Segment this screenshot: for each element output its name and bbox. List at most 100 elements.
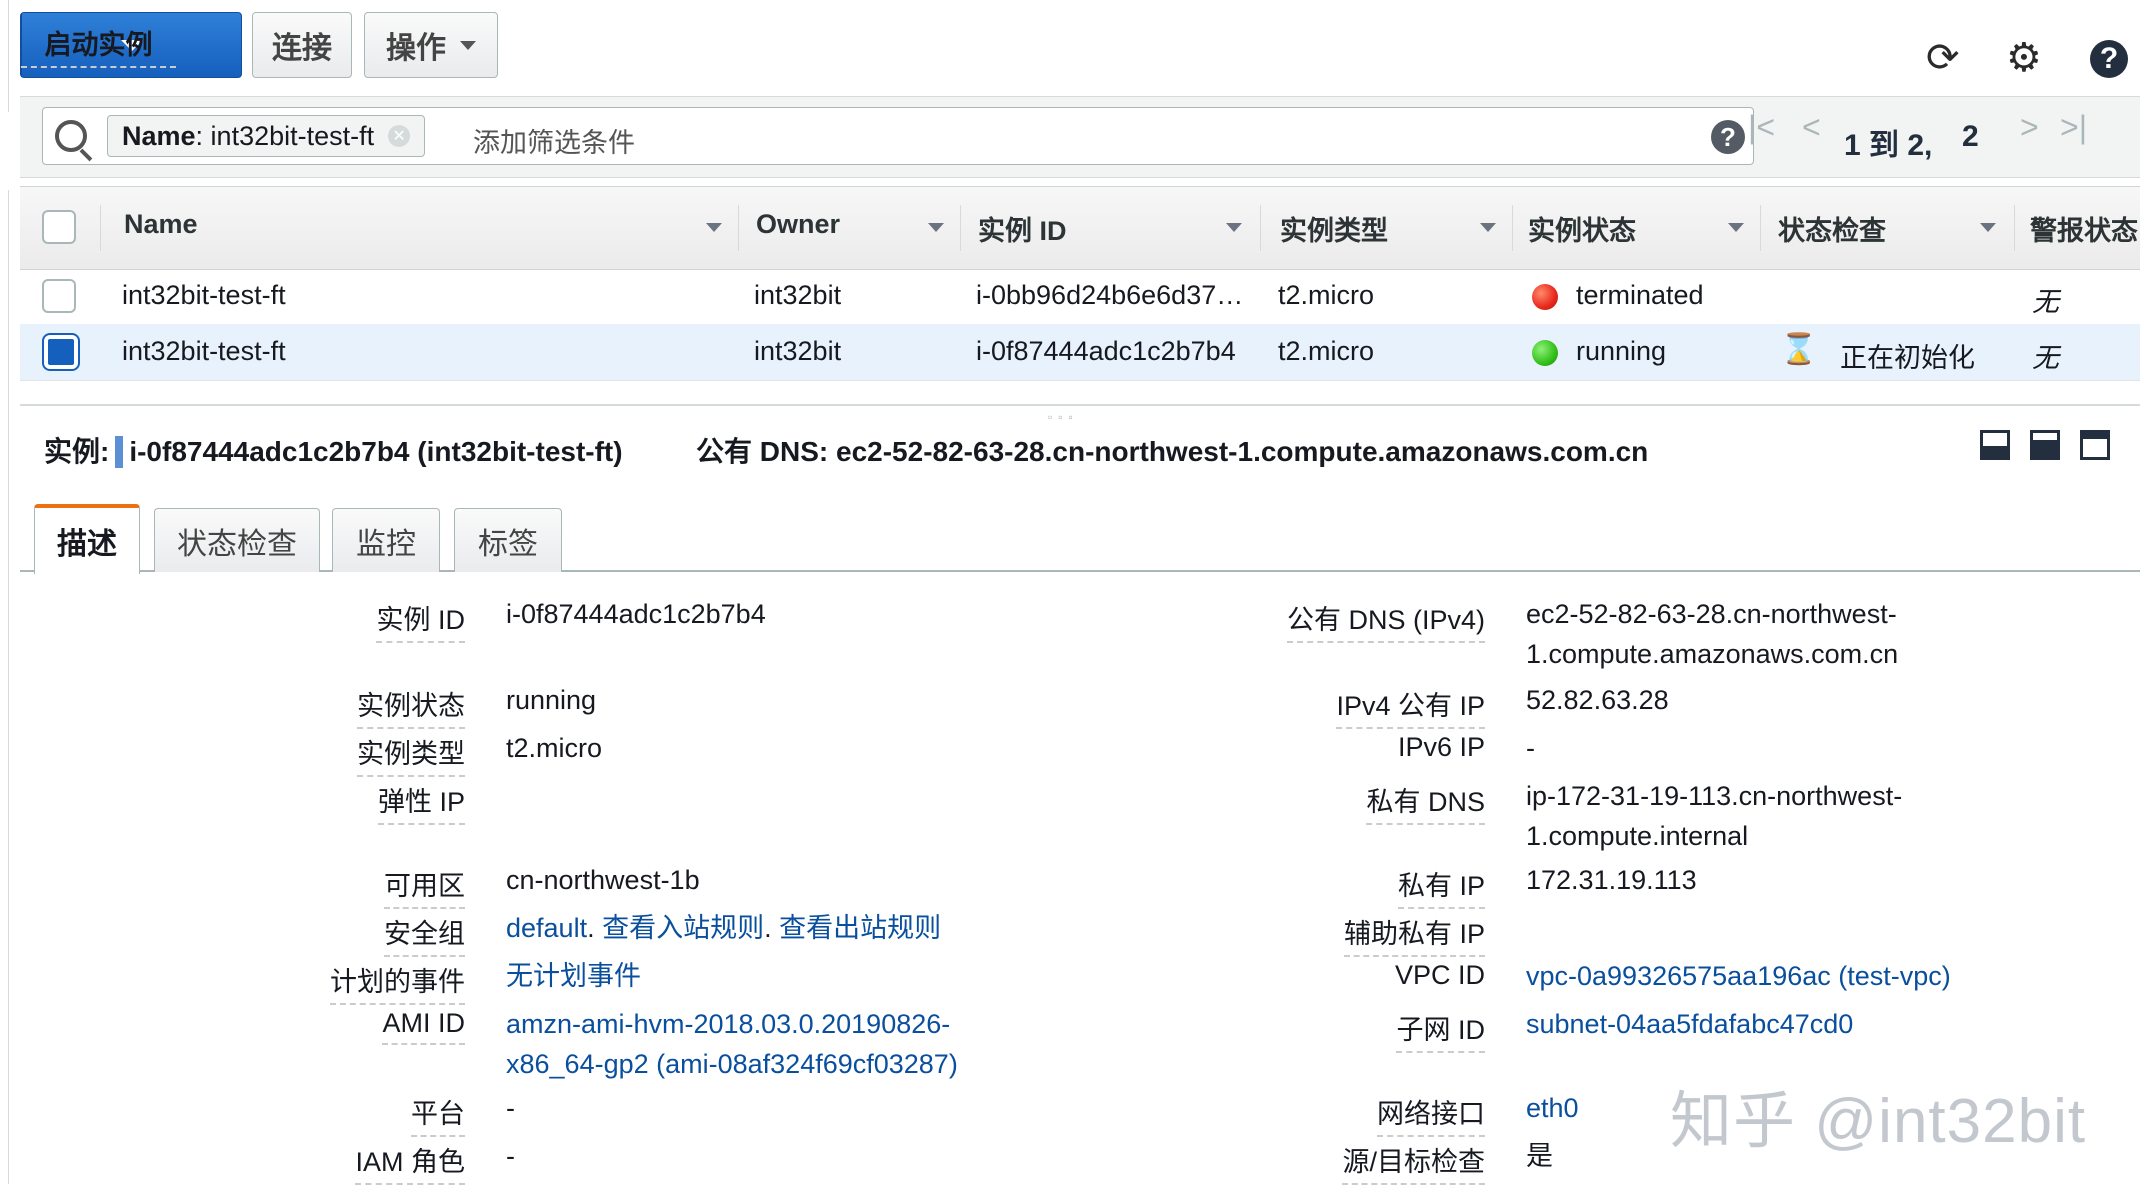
cell-owner: int32bit <box>754 336 842 366</box>
label-secondary-private-ip: 辅助私有 IP <box>1343 912 1485 957</box>
public-dns-heading: 公有 DNS: ec2-52-82-63-28.cn-northwest-1.c… <box>696 430 1648 470</box>
label-availability-zone: 可用区 <box>384 864 465 909</box>
row-checkbox-checked[interactable] <box>44 335 78 369</box>
cell-name: int32bit-test-ft <box>122 336 286 366</box>
public-dns-line1: ec2-52-82-63-28.cn-northwest- <box>1526 599 1897 629</box>
filter-token[interactable]: Name : int32bit-test-ft ✕ <box>107 115 426 157</box>
inbound-rules-link[interactable]: 查看入站规则 <box>602 913 764 943</box>
label-public-ip: IPv4 公有 IP <box>1336 684 1485 729</box>
search-icon <box>55 120 87 152</box>
outbound-rules-link[interactable]: 查看出站规则 <box>779 913 941 943</box>
column-owner[interactable]: Owner <box>756 209 840 240</box>
label-scheduled-events: 计划的事件 <box>330 960 465 1005</box>
selected-instance-heading: 实例: i-0f87444adc1c2b7b4 (int32bit-test-ft… <box>44 430 623 472</box>
pane-splitter[interactable] <box>20 404 2140 406</box>
table-row[interactable]: int32bit-test-ft int32bit i-0bb96d24b6e6… <box>20 268 2140 325</box>
pagination-total: 2 <box>1962 120 1979 153</box>
column-instance-type[interactable]: 实例类型 <box>1280 209 1388 248</box>
cell-instance-id: i-0f87444adc1c2b7b4 <box>976 336 1236 366</box>
select-all-checkbox[interactable] <box>42 210 76 244</box>
tab-monitoring-label: 监控 <box>356 527 416 561</box>
value-private-dns: ip-172-31-19-113.cn-northwest- 1.compute.… <box>1526 776 1902 856</box>
filter-token-key: Name <box>122 120 196 151</box>
value-platform: - <box>506 1093 515 1123</box>
pane-bottom-icon[interactable] <box>1980 430 2010 460</box>
cell-alarm-status: 无 <box>2032 287 2059 317</box>
value-instance-type: t2.micro <box>506 733 603 763</box>
cell-instance-type: t2.micro <box>1278 336 1375 366</box>
connect-button[interactable]: 连接 <box>252 12 352 78</box>
label-platform: 平台 <box>411 1092 465 1137</box>
filter-placeholder: 添加筛选条件 <box>473 128 635 158</box>
label-ami-id: AMI ID <box>382 1008 465 1045</box>
column-name[interactable]: Name <box>124 209 198 240</box>
hourglass-icon: ⌛ <box>1780 333 1818 366</box>
sort-caret-icon[interactable] <box>1728 223 1744 232</box>
search-input[interactable]: Name : int32bit-test-ft ✕ 添加筛选条件 ? <box>42 107 1754 165</box>
label-public-dns: 公有 DNS (IPv4) <box>1286 598 1485 643</box>
instances-table-header: Name Owner 实例 ID 实例类型 实例状态 状态检查 警报状态 <box>20 186 2140 270</box>
value-instance-id: i-0f87444adc1c2b7b4 <box>506 599 766 629</box>
network-interface-link[interactable]: eth0 <box>1526 1088 1579 1128</box>
tab-status-checks[interactable]: 状态检查 <box>154 508 320 572</box>
cell-instance-type: t2.micro <box>1278 280 1375 310</box>
ami-id-link[interactable]: amzn-ami-hvm-2018.03.0.20190826- x86_64-g… <box>506 1004 958 1084</box>
value-private-ip: 172.31.19.113 <box>1526 865 1697 895</box>
filter-help-icon[interactable]: ? <box>1711 120 1745 154</box>
last-page-icon[interactable]: >| <box>2060 109 2087 146</box>
remove-token-icon[interactable]: ✕ <box>388 125 411 147</box>
value-iam-role: - <box>506 1141 515 1171</box>
cell-owner: int32bit <box>754 280 842 310</box>
sort-caret-icon[interactable] <box>1980 223 1996 232</box>
tab-description-label: 描述 <box>57 528 117 561</box>
sort-caret-icon[interactable] <box>1226 223 1242 232</box>
label-elastic-ip: 弹性 IP <box>377 780 465 825</box>
pagination-range: 1 到 2, <box>1844 129 1933 162</box>
tab-tags-label: 标签 <box>478 527 538 561</box>
scheduled-events-link[interactable]: 无计划事件 <box>506 956 641 996</box>
cell-instance-state: terminated <box>1576 280 1704 310</box>
public-dns-line2: 1.compute.amazonaws.com.cn <box>1526 639 1899 669</box>
column-instance-state[interactable]: 实例状态 <box>1528 209 1636 248</box>
value-source-dest-check: 是 <box>1526 1141 1553 1171</box>
refresh-icon[interactable]: ⟳ <box>1926 38 1960 78</box>
sort-caret-icon[interactable] <box>706 223 722 232</box>
private-dns-line1: ip-172-31-19-113.cn-northwest- <box>1526 781 1903 811</box>
sort-caret-icon[interactable] <box>928 223 944 232</box>
connect-label: 连接 <box>272 32 332 65</box>
prev-page-icon[interactable]: < <box>1802 109 1821 146</box>
label-source-dest-check: 源/目标检查 <box>1342 1140 1485 1185</box>
label-vpc-id: VPC ID <box>1394 960 1485 990</box>
value-public-dns: ec2-52-82-63-28.cn-northwest- 1.compute.a… <box>1526 594 1898 674</box>
gear-icon[interactable]: ⚙ <box>2006 38 2042 78</box>
value-instance-state: running <box>506 685 597 715</box>
filter-token-value: : int32bit-test-ft <box>195 120 375 151</box>
chevron-down-icon <box>460 40 476 50</box>
ami-id-line1: amzn-ami-hvm-2018.03.0.20190826- <box>506 1009 951 1039</box>
subnet-id-link[interactable]: subnet-04aa5fdafabc47cd0 <box>1526 1004 1853 1044</box>
security-group-link[interactable]: default <box>506 913 587 943</box>
table-row[interactable]: int32bit-test-ft int32bit i-0f87444adc1c… <box>20 324 2140 381</box>
watermark: 知乎 @int32bit <box>1670 1087 2087 1156</box>
column-alarm-status[interactable]: 警报状态 <box>2030 209 2138 248</box>
first-page-icon[interactable]: |< <box>1748 109 1775 146</box>
vpc-id-link[interactable]: vpc-0a99326575aa196ac (test-vpc) <box>1526 956 1951 996</box>
pane-half-icon[interactable] <box>2030 430 2060 460</box>
column-instance-id[interactable]: 实例 ID <box>978 209 1067 248</box>
label-private-dns: 私有 DNS <box>1366 780 1485 825</box>
next-page-icon[interactable]: > <box>2020 109 2039 146</box>
tab-description[interactable]: 描述 <box>34 504 140 574</box>
pane-full-icon[interactable] <box>2080 430 2110 460</box>
actions-button[interactable]: 操作 <box>364 12 498 78</box>
ami-id-line2: x86_64-gp2 (ami-08af324f69cf03287) <box>506 1049 958 1079</box>
tab-monitoring[interactable]: 监控 <box>332 508 440 572</box>
column-status-check[interactable]: 状态检查 <box>1778 209 1886 248</box>
launch-instance-button[interactable]: 启动实例 <box>20 12 242 78</box>
private-dns-line2: 1.compute.internal <box>1526 821 1749 851</box>
tab-tags[interactable]: 标签 <box>454 508 562 572</box>
sort-caret-icon[interactable] <box>1480 223 1496 232</box>
drag-handle-icon[interactable]: ▫▫▫ <box>1048 410 1079 424</box>
running-status-icon <box>1532 340 1558 366</box>
row-checkbox[interactable] <box>42 279 76 313</box>
help-icon[interactable]: ? <box>2090 40 2128 78</box>
